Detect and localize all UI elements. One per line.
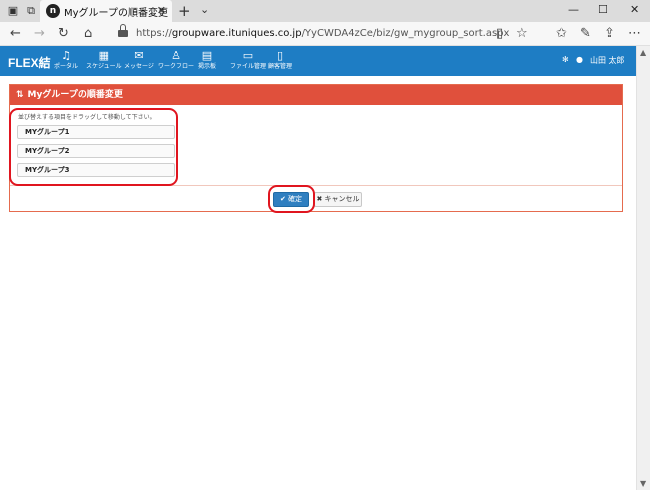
close-window-icon[interactable]: ✕ [630,3,639,16]
browser-tab[interactable]: n Myグループの順番変更 ✕ [40,0,172,22]
app-header: FLEX結 ♫ ポータル ▦ スケジュール ✉ メッセージ ♙ ワークフロー ▤… [0,46,636,76]
favorite-star-icon[interactable]: ☆ [516,26,528,41]
sort-icon: ⇅ [16,90,24,100]
scroll-down-icon[interactable]: ▼ [640,479,646,488]
envelope-icon: ✉ [134,49,144,62]
user-avatar-icon: ● [576,55,583,64]
highlight-confirm-button [268,185,315,213]
lock-icon [118,24,128,37]
pen-icon[interactable]: ✎ [580,26,591,41]
address-bar[interactable]: https://groupware.ituniques.co.jp/YyCWDA… [136,28,509,39]
browser-navbar: ← → ↻ ⌂ https://groupware.ituniques.co.j… [0,22,650,46]
chevron-down-icon[interactable]: ⌄ [200,3,209,16]
board-icon: ▤ [201,49,213,62]
panel-header: ⇅ Myグループの順番変更 [10,85,622,105]
tab-switcher-icon[interactable]: ⧉ [24,4,38,18]
site-favicon-icon: n [46,4,60,18]
highlight-group-list [9,108,178,186]
close-tab-icon[interactable]: ✕ [157,4,166,17]
menu-message[interactable]: ✉ メッセージ [124,49,154,71]
panel-title: Myグループの順番変更 [27,90,123,100]
more-icon[interactable]: ⋯ [628,26,641,41]
tab-title: Myグループの順番変更 [64,8,168,19]
menu-file[interactable]: ▭ ファイル管理 [230,49,266,71]
document-icon: ▯ [276,49,284,62]
folder-icon: ▭ [242,49,254,62]
refresh-icon[interactable]: ↻ [58,26,69,41]
new-tab-icon[interactable]: + [178,2,191,20]
menu-workflow[interactable]: ♙ ワークフロー [158,49,194,71]
cancel-button[interactable]: ✖ キャンセル [314,192,362,207]
stamp-icon: ♙ [171,49,181,62]
menu-customer[interactable]: ▯ 顧客管理 [268,49,292,71]
user-name[interactable]: 山田 太郎 [590,55,625,66]
minimize-icon[interactable]: — [568,3,579,16]
settings-icon[interactable]: ✻ [562,55,569,64]
menu-board[interactable]: ▤ 掲示板 [198,49,216,71]
menu-schedule[interactable]: ▦ スケジュール [86,49,122,71]
close-icon: ✖ [316,195,323,203]
page-scrollbar[interactable]: ▲ ▼ [636,46,650,490]
calendar-icon: ▦ [98,49,109,62]
bell-icon: ♫ [61,49,71,62]
tab-actions-icon[interactable]: ▣ [6,4,20,18]
brand-logo[interactable]: FLEX結 [8,54,51,71]
maximize-icon[interactable]: ☐ [598,3,608,16]
favorites-list-icon[interactable]: ✩ [556,26,567,41]
home-icon[interactable]: ⌂ [84,26,92,41]
scroll-up-icon[interactable]: ▲ [640,48,646,57]
reading-view-icon[interactable]: ▯ [496,26,503,41]
back-icon[interactable]: ← [10,26,21,41]
forward-icon[interactable]: → [34,26,45,41]
share-icon[interactable]: ⇪ [604,26,615,41]
menu-portal[interactable]: ♫ ポータル [54,49,78,71]
browser-titlebar: ▣ ⧉ n Myグループの順番変更 ✕ + ⌄ — ☐ ✕ [0,0,650,22]
